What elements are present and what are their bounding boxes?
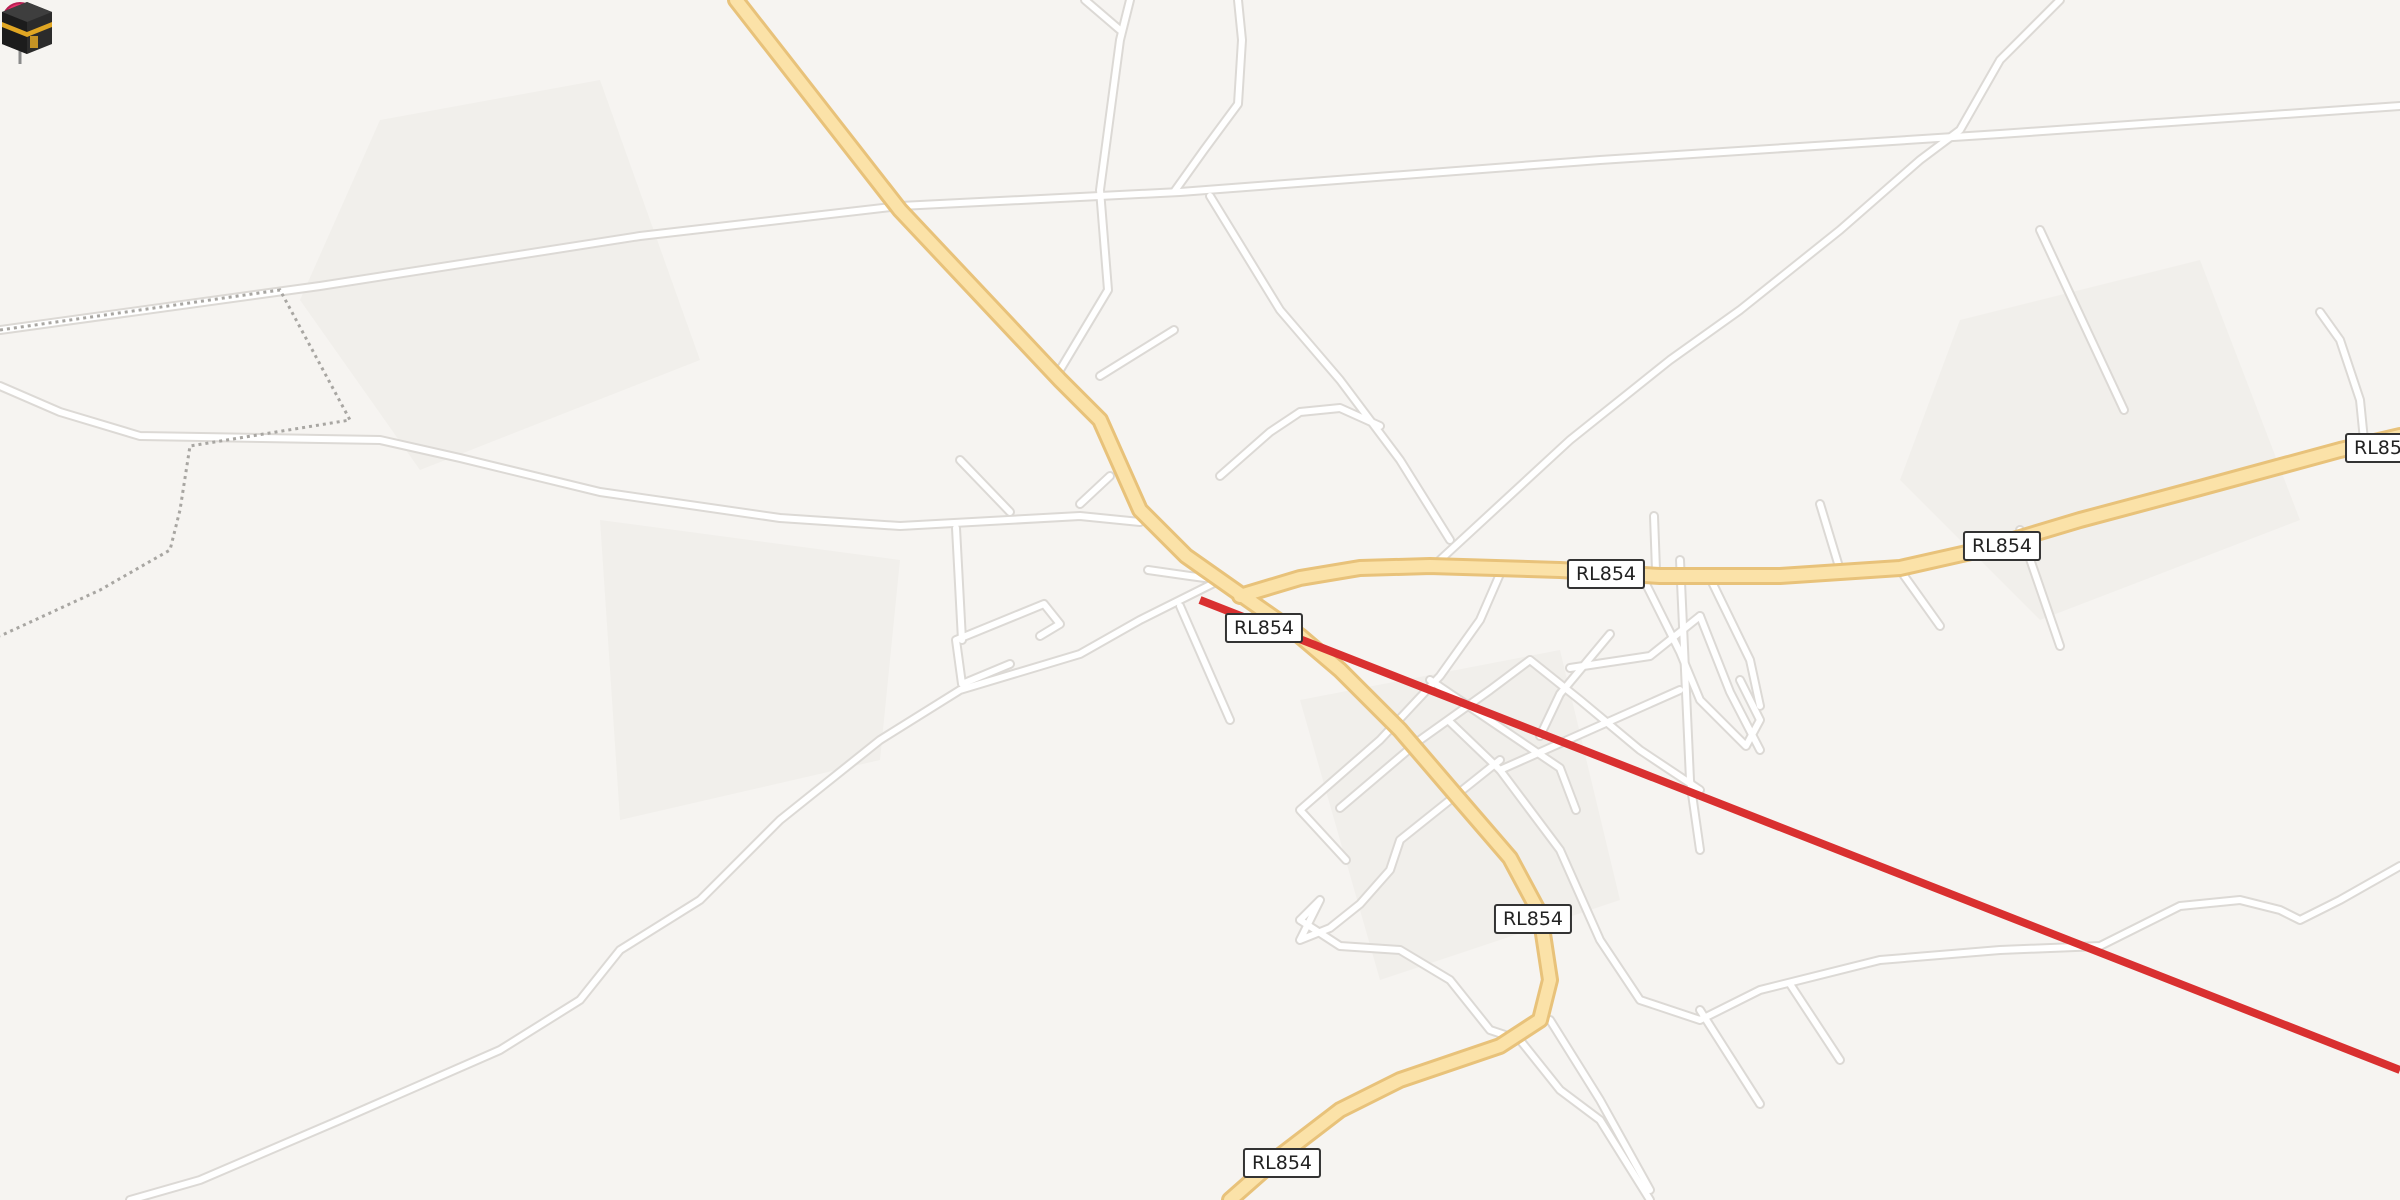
road-label: RL854: [1224, 613, 1304, 643]
land-shading: [300, 80, 2300, 980]
dotted-track: [0, 288, 353, 638]
map-view[interactable]: RL854 RL854 RL854 RL854 RL854 RL85: [0, 0, 2400, 1200]
road-label: RL854: [1242, 1148, 1322, 1178]
road-label: RL85: [2345, 433, 2400, 463]
main-road-rl854: [727, 0, 2400, 1200]
map-canvas[interactable]: [0, 0, 2400, 1200]
road-label: RL854: [1493, 904, 1573, 934]
road-label: RL854: [1962, 531, 2042, 561]
road-label: RL854: [1566, 559, 1646, 589]
kaaba-icon[interactable]: [0, 0, 54, 56]
